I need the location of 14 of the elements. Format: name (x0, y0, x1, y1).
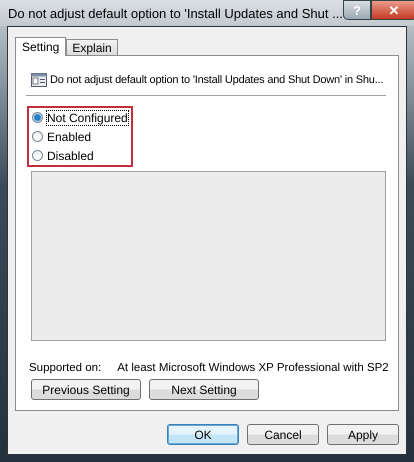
tab[interactable]: Setting (15, 37, 66, 56)
window-title: Do not adjust default option to 'Install Updates and Shut ... (8, 6, 343, 20)
tab[interactable]: Explain (66, 39, 118, 55)
radio-option[interactable]: Not Configured (32, 110, 128, 125)
nav-button[interactable]: Next Setting (149, 379, 259, 400)
nav-button[interactable]: Previous Setting (31, 379, 141, 400)
dialog-button[interactable]: OK (167, 424, 239, 445)
supported-value: At least Microsoft Windows XP Professional with SP2 (117, 362, 389, 374)
radio-option[interactable]: Disabled (32, 148, 128, 163)
dialog-button[interactable]: Apply (327, 424, 399, 445)
dialog-button[interactable]: Cancel (247, 424, 319, 445)
radio-option[interactable]: Enabled (32, 129, 128, 144)
supported-label: Supported on: (29, 362, 102, 374)
policy-title: Do not adjust default option to 'Install Updates and Shut Down' in Shu... (50, 74, 384, 86)
